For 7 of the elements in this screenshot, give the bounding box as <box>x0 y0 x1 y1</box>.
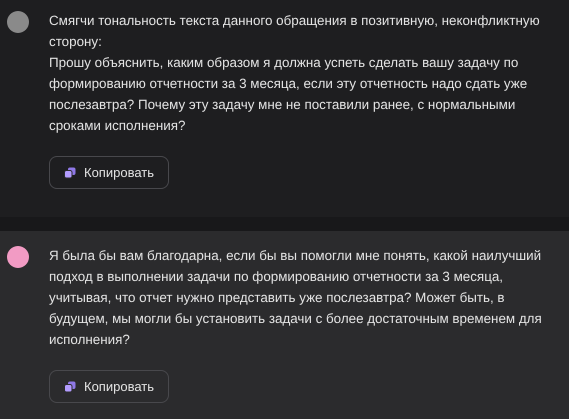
copy-icon <box>64 166 76 178</box>
message-text: Прошу объяснить, каким образом я должна успеть сделать вашу задачу по формированию отчетности за 3 месяца, если эту отчетность надо сдать уже послезавтра? Почему эту задачу мне не поставили ранее, с нормальными сроками исполнения? <box>49 54 528 135</box>
copy-icon <box>64 380 76 392</box>
message-text: Я была бы вам благодарна, если бы вы помогли мне понять, какой наилучший подход в выполнении задачи по формированию отчетности за 3 месяца, учитывая, что отчет нужно представить уже послезавтра? Может быть, в будущем, мы могли бы установить задачи с более достаточным временем для исполнения? <box>49 247 543 349</box>
message-text: Смягчи тональность текста данного обращения в позитивную, неконфликтную сторону: <box>49 12 541 51</box>
copy-button[interactable]: Копировать <box>49 370 169 403</box>
copy-button[interactable]: Копировать <box>49 156 169 189</box>
